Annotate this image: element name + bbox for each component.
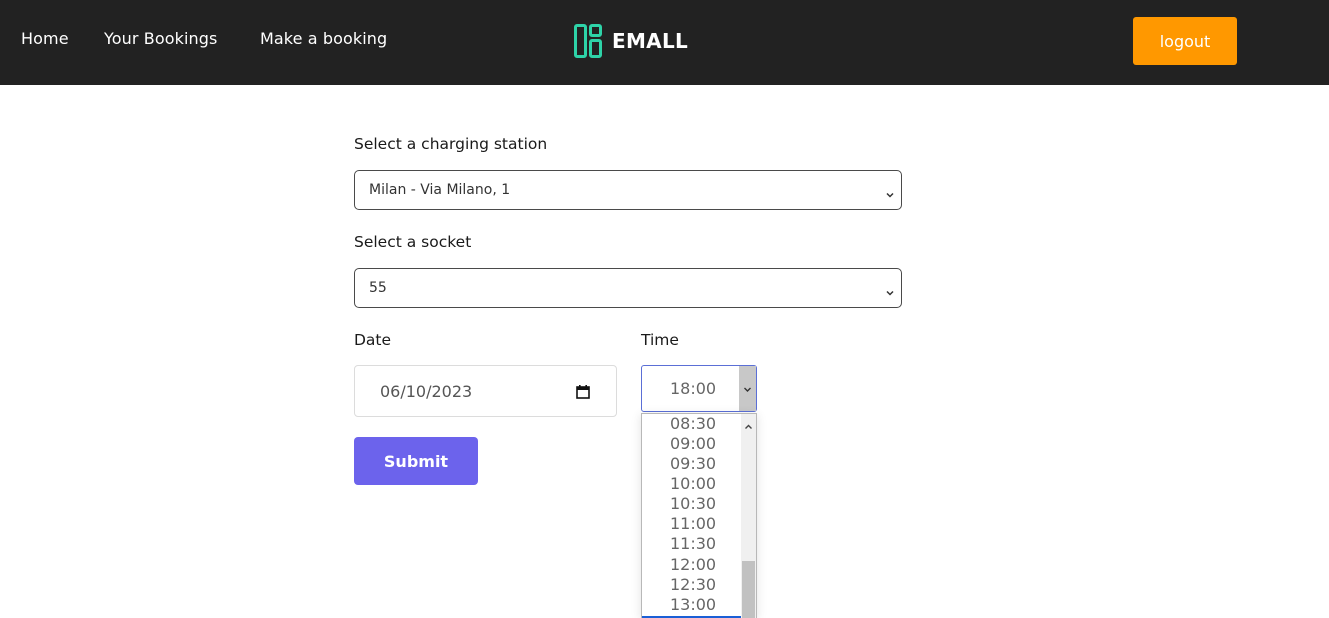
time-select-value: 18:00 [670, 379, 717, 398]
date-input-value: 06/10/2023 [380, 381, 473, 401]
top-navbar: Home Your Bookings Make a booking EMALL … [0, 0, 1329, 85]
calendar-icon[interactable] [576, 384, 590, 403]
nav-your-bookings-link[interactable]: Your Bookings [104, 29, 217, 48]
time-option[interactable]: 11:30 [642, 534, 741, 554]
time-select[interactable]: 18:00 [641, 365, 757, 412]
station-label: Select a charging station [354, 135, 548, 153]
logout-button[interactable]: logout [1133, 17, 1237, 65]
chevron-down-icon [885, 283, 895, 302]
time-option[interactable]: 13:00 [642, 595, 741, 615]
nav-make-booking-link[interactable]: Make a booking [260, 29, 387, 48]
time-option[interactable]: 11:00 [642, 514, 741, 534]
station-select[interactable]: Milan - Via Milano, 1 [354, 170, 902, 210]
dropdown-scrollbar[interactable] [741, 414, 756, 618]
scroll-up-icon[interactable] [744, 416, 753, 435]
chevron-down-icon [744, 387, 751, 392]
nav-home-link[interactable]: Home [21, 29, 69, 48]
date-input[interactable]: 06/10/2023 [354, 365, 617, 417]
time-option[interactable]: 12:30 [642, 575, 741, 595]
brand-logo[interactable]: EMALL [574, 24, 688, 58]
time-select-arrow[interactable] [739, 366, 756, 411]
time-options-list[interactable]: 08:30 09:00 09:30 10:00 10:30 11:00 11:3… [641, 413, 757, 618]
time-option[interactable]: 12:00 [642, 555, 741, 575]
time-option[interactable]: 10:00 [642, 474, 741, 494]
time-option[interactable]: 08:30 [642, 414, 741, 434]
station-select-value: Milan - Via Milano, 1 [369, 182, 511, 198]
dashboard-icon [574, 24, 602, 58]
date-label: Date [354, 331, 392, 349]
brand-name: EMALL [612, 29, 689, 53]
socket-label: Select a socket [354, 233, 472, 251]
chevron-down-icon [885, 185, 895, 204]
time-option[interactable]: 10:30 [642, 494, 741, 514]
time-label: Time [641, 331, 679, 349]
socket-select-value: 55 [369, 280, 387, 296]
time-option[interactable]: 09:00 [642, 434, 741, 454]
time-option[interactable]: 09:30 [642, 454, 741, 474]
socket-select[interactable]: 55 [354, 268, 902, 308]
submit-button[interactable]: Submit [354, 437, 478, 485]
scrollbar-thumb[interactable] [742, 561, 755, 618]
